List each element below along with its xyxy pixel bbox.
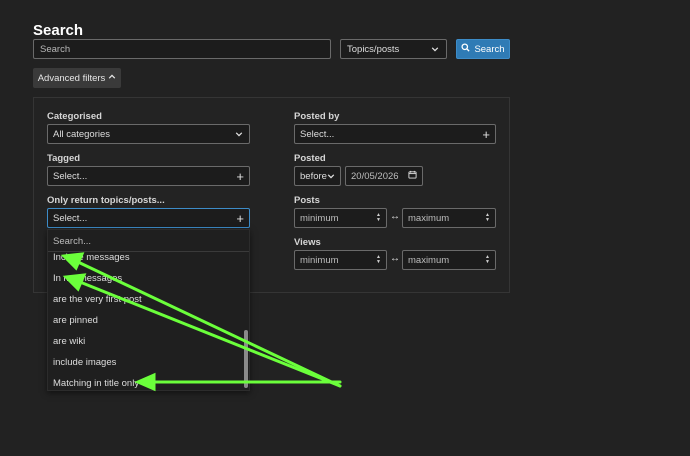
views-min-input[interactable]: minimum ▲ ▼ <box>294 250 387 270</box>
calendar-icon[interactable] <box>408 170 417 182</box>
page-title: Search <box>33 22 84 39</box>
dropdown-scrollbar[interactable] <box>244 330 248 388</box>
only-return-select[interactable]: Select... + <box>47 208 250 228</box>
plus-icon: + <box>236 168 244 184</box>
chevron-down-icon <box>234 129 244 139</box>
views-label: Views <box>294 237 321 248</box>
stepper-icon: ▲ ▼ <box>485 212 490 223</box>
range-arrow-icon: ↔ <box>390 253 400 264</box>
range-arrow-icon: ↔ <box>390 211 400 222</box>
only-return-label: Only return topics/posts... <box>47 195 165 206</box>
views-max-input[interactable]: maximum ▲ ▼ <box>402 250 496 270</box>
posted-date-input[interactable]: 20/05/2026 <box>345 166 423 186</box>
posts-max-placeholder: maximum <box>408 212 450 224</box>
category-value: All categories <box>53 128 111 140</box>
search-button-label: Search <box>474 43 505 55</box>
search-icon <box>461 43 471 55</box>
tagged-label: Tagged <box>47 153 81 164</box>
dropdown-option[interactable]: Include messages <box>53 252 130 263</box>
stepper-icon: ▲ ▼ <box>376 212 381 223</box>
posted-label: Posted <box>294 153 326 164</box>
category-select[interactable]: All categories <box>47 124 250 144</box>
plus-icon: + <box>482 126 490 142</box>
posted-by-value: Select... <box>300 128 335 140</box>
only-return-dropdown: Include messages In my messages are the … <box>47 229 250 391</box>
search-type-select[interactable]: Topics/posts <box>340 39 447 59</box>
tag-select[interactable]: Select... + <box>47 166 250 186</box>
categorised-label: Categorised <box>47 111 102 122</box>
posted-by-label: Posted by <box>294 111 340 122</box>
only-return-value: Select... <box>53 212 88 224</box>
posted-by-select[interactable]: Select... + <box>294 124 496 144</box>
chevron-down-icon <box>430 44 440 54</box>
posted-date-value: 20/05/2026 <box>351 170 399 182</box>
chevron-down-icon <box>327 171 335 181</box>
dropdown-search-input[interactable] <box>48 232 249 252</box>
posted-qualifier-value: before <box>300 170 327 182</box>
search-input[interactable] <box>33 39 331 59</box>
chevron-up-icon <box>108 73 116 84</box>
search-type-value: Topics/posts <box>347 43 400 55</box>
stepper-icon: ▲ ▼ <box>376 254 381 265</box>
posts-label: Posts <box>294 195 320 206</box>
search-page: Search Topics/posts Search Advanced filt… <box>0 0 690 456</box>
posts-min-placeholder: minimum <box>300 212 339 224</box>
posts-min-input[interactable]: minimum ▲ ▼ <box>294 208 387 228</box>
views-min-placeholder: minimum <box>300 254 339 266</box>
dropdown-option[interactable]: include images <box>53 357 116 368</box>
dropdown-option[interactable]: Matching in title only <box>53 378 139 389</box>
posted-qualifier-select[interactable]: before <box>294 166 341 186</box>
dropdown-option[interactable]: are the very first post <box>53 294 142 305</box>
tag-value: Select... <box>53 170 88 182</box>
views-max-placeholder: maximum <box>408 254 450 266</box>
dropdown-option[interactable]: are pinned <box>53 315 98 326</box>
advanced-filters-toggle[interactable]: Advanced filters <box>33 68 121 88</box>
search-button[interactable]: Search <box>456 39 510 59</box>
dropdown-option[interactable]: are wiki <box>53 336 85 347</box>
posts-max-input[interactable]: maximum ▲ ▼ <box>402 208 496 228</box>
stepper-icon: ▲ ▼ <box>485 254 490 265</box>
plus-icon: + <box>236 210 244 226</box>
dropdown-option[interactable]: In my messages <box>53 273 122 284</box>
advanced-filters-label: Advanced filters <box>37 72 106 84</box>
